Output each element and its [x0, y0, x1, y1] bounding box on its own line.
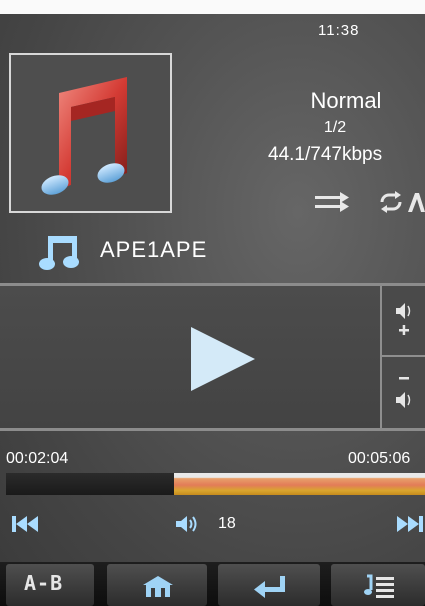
track-index: 1/2 — [323, 119, 347, 136]
playlist-icon — [364, 574, 394, 598]
previous-track-icon[interactable] — [10, 513, 42, 535]
shuffle-icon[interactable] — [313, 191, 351, 213]
music-note-album-icon — [41, 77, 127, 195]
music-note-icon — [39, 236, 79, 270]
progress-fill — [6, 473, 174, 495]
return-button[interactable] — [218, 564, 320, 606]
music-player-screen: 11:38 Normal 1/2 44.1/747kbps APE1APE 00… — [0, 0, 425, 606]
elapsed-time: 00:02:04 — [6, 450, 69, 467]
home-button[interactable] — [107, 564, 207, 606]
top-strip — [0, 0, 425, 14]
ab-repeat-button[interactable]: A-B — [6, 564, 94, 606]
volume-down-icon — [396, 377, 411, 408]
volume-up-icon — [396, 303, 411, 335]
total-time: 00:05:06 — [348, 450, 411, 467]
repeat-all-icon[interactable] — [378, 191, 425, 213]
speaker-icon — [176, 516, 197, 532]
volume-up-button[interactable] — [380, 286, 425, 357]
clock: 11:38 — [318, 22, 360, 39]
home-icon — [143, 576, 173, 597]
volume-level: 18 — [218, 515, 236, 532]
album-art — [9, 53, 172, 213]
volume-down-button[interactable] — [380, 357, 425, 428]
play-button[interactable] — [187, 325, 257, 393]
play-mode: Normal — [310, 88, 382, 113]
divider — [0, 428, 425, 431]
return-icon — [254, 576, 285, 598]
ab-repeat-label: A-B — [24, 571, 64, 595]
bitrate: 44.1/747kbps — [268, 144, 383, 165]
next-track-icon[interactable] — [393, 513, 425, 535]
track-title: APE1APE — [100, 237, 208, 262]
playlist-button[interactable] — [331, 564, 425, 606]
